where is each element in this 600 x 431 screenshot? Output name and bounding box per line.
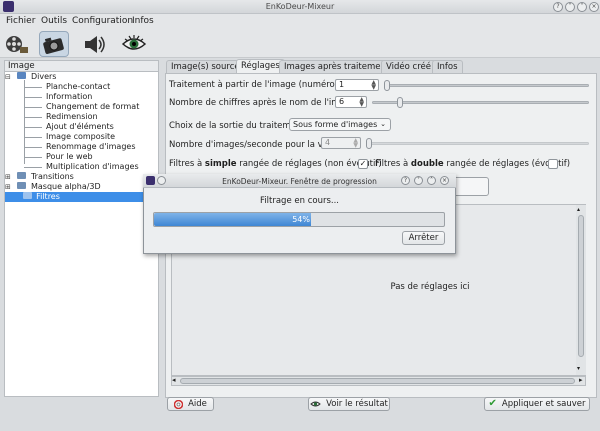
fps-spinbox[interactable]: 4 ▲ ▼: [321, 137, 361, 149]
tree-item-pour-le-web[interactable]: Pour le web: [5, 152, 158, 162]
maximize-icon[interactable]: ˄: [577, 2, 587, 12]
tree-item-planche-contact[interactable]: Planche-contact: [5, 82, 158, 92]
tree-item-changement-format[interactable]: Changement de format: [5, 102, 158, 112]
close-icon[interactable]: ×: [589, 2, 599, 12]
horizontal-scroll-thumb[interactable]: [180, 378, 575, 384]
tree-item-ajout-elements[interactable]: Ajout d'éléments: [5, 122, 158, 132]
vertical-scroll-thumb[interactable]: [578, 215, 584, 357]
tab-reglages[interactable]: Réglages: [236, 59, 285, 73]
tree-branch: [24, 117, 42, 118]
tree-item-filtres[interactable]: Filtres: [5, 192, 158, 202]
tab-images-apres-traitement[interactable]: Images après traitement: [279, 60, 395, 73]
fps-slider[interactable]: [366, 142, 589, 145]
scroll-up-icon[interactable]: ▴: [577, 206, 580, 213]
slider-handle[interactable]: [397, 97, 403, 108]
simple-filters-label: Filtres à simple rangée de réglages (non…: [169, 159, 382, 169]
tool-view[interactable]: [119, 31, 149, 57]
tree-item-multiplication[interactable]: Multiplication d'images: [5, 162, 158, 172]
tree-branch: [24, 167, 42, 168]
camera-icon: [43, 37, 64, 54]
eye-icon: [310, 401, 321, 407]
status-bar: [0, 414, 600, 431]
double-filters-checkbox[interactable]: [548, 159, 558, 169]
empty-settings-message: Pas de réglages ici: [390, 282, 470, 292]
folder-icon: [17, 72, 27, 79]
start-image-label: Traitement à partir de l'image (numéro): [169, 80, 339, 90]
tool-video[interactable]: [2, 31, 32, 57]
output-choice-label: Choix de la sortie du traitement: [169, 121, 305, 131]
tool-audio[interactable]: [79, 31, 109, 57]
simple-filters-checkbox[interactable]: ✓: [358, 159, 368, 169]
checkmark-icon: ✓: [359, 159, 367, 168]
progress-status-text: Filtrage en cours...: [260, 196, 339, 206]
folder-icon: [22, 192, 32, 199]
close-icon[interactable]: ×: [440, 176, 449, 185]
expand-icon[interactable]: ⊞: [5, 183, 11, 191]
tree-branch: [24, 127, 42, 128]
fps-label: Nombre d'images/seconde pour la vidéo: [169, 140, 341, 150]
tree-item-image-composite[interactable]: Image composite: [5, 132, 158, 142]
maximize-icon[interactable]: ˄: [427, 176, 436, 185]
view-result-button[interactable]: Voir le résultat: [308, 397, 390, 411]
spin-arrows-icon[interactable]: ▲ ▼: [359, 97, 364, 108]
tree-item-renommage[interactable]: Renommage d'images: [5, 142, 158, 152]
tree-item-masque-alpha[interactable]: ⊞ Masque alpha/3D: [5, 182, 158, 192]
folder-icon: [17, 172, 27, 179]
start-image-spinbox[interactable]: 1 ▲ ▼: [335, 79, 379, 91]
menu-configuration[interactable]: Configuration: [72, 16, 133, 26]
lifebuoy-icon: [174, 399, 184, 409]
tab-video-cree[interactable]: Vidéo créé: [381, 60, 436, 73]
tree-branch: [24, 87, 42, 88]
window-title: EnKoDeur-Mixeur: [265, 2, 335, 11]
digits-spinbox[interactable]: 6 ▲ ▼: [335, 96, 367, 108]
output-combo[interactable]: Sous forme d'images ⌄: [289, 118, 391, 131]
tree-header: Image: [4, 60, 159, 71]
help-icon[interactable]: ?: [401, 176, 410, 185]
tree-branch: [24, 97, 42, 98]
menu-outils[interactable]: Outils: [41, 16, 67, 26]
spin-arrows-icon[interactable]: ▲ ▼: [353, 138, 358, 149]
digits-label: Nombre de chiffres après le nom de l'ima…: [169, 98, 356, 108]
eye-icon: [121, 35, 147, 50]
tree-branch: [24, 107, 42, 108]
folder-icon: [17, 182, 27, 189]
speaker-icon: [85, 36, 105, 53]
slider-handle[interactable]: [366, 138, 372, 149]
stop-button[interactable]: Arrêter: [402, 231, 445, 245]
scroll-right-icon[interactable]: ▸: [579, 376, 583, 384]
minimize-icon[interactable]: ˅: [565, 2, 575, 12]
apply-save-button[interactable]: ✔ Appliquer et sauver: [484, 397, 590, 411]
help-button[interactable]: Aide: [167, 397, 214, 411]
menu-fichier[interactable]: Fichier: [6, 16, 35, 26]
start-image-slider[interactable]: [384, 84, 589, 87]
digits-slider[interactable]: [372, 101, 589, 104]
tree-branch: [24, 137, 42, 138]
tree-item-divers[interactable]: ⊟ Divers: [5, 72, 158, 82]
scroll-left-icon[interactable]: ◂: [172, 376, 176, 384]
tree-branch: [24, 147, 42, 148]
slider-handle[interactable]: [384, 80, 390, 91]
collapse-icon[interactable]: ⊟: [5, 73, 11, 81]
double-filters-label: Filtres à double rangée de réglages (évo…: [375, 159, 571, 169]
checkmark-icon: ✔: [488, 398, 497, 409]
tree-item-transitions[interactable]: ⊞ Transitions: [5, 172, 158, 182]
spin-arrows-icon[interactable]: ▲ ▼: [371, 80, 376, 91]
scroll-down-icon[interactable]: ▾: [577, 365, 580, 372]
tree-item-information[interactable]: Information: [5, 92, 158, 102]
tree-branch: [24, 157, 42, 158]
film-reel-icon: [6, 36, 28, 53]
tab-images-source[interactable]: Image(s) source: [166, 60, 245, 73]
expand-icon[interactable]: ⊞: [5, 173, 11, 181]
tree-item-redimension[interactable]: Redimension: [5, 112, 158, 122]
chevron-down-icon: ⌄: [380, 120, 386, 128]
menu-infos[interactable]: Infos: [132, 16, 154, 26]
progress-percent: 54%: [292, 215, 310, 224]
tool-image[interactable]: [39, 31, 69, 57]
minimize-icon[interactable]: ˅: [414, 176, 423, 185]
help-icon[interactable]: ?: [553, 2, 563, 12]
tab-infos[interactable]: Infos: [432, 60, 463, 73]
